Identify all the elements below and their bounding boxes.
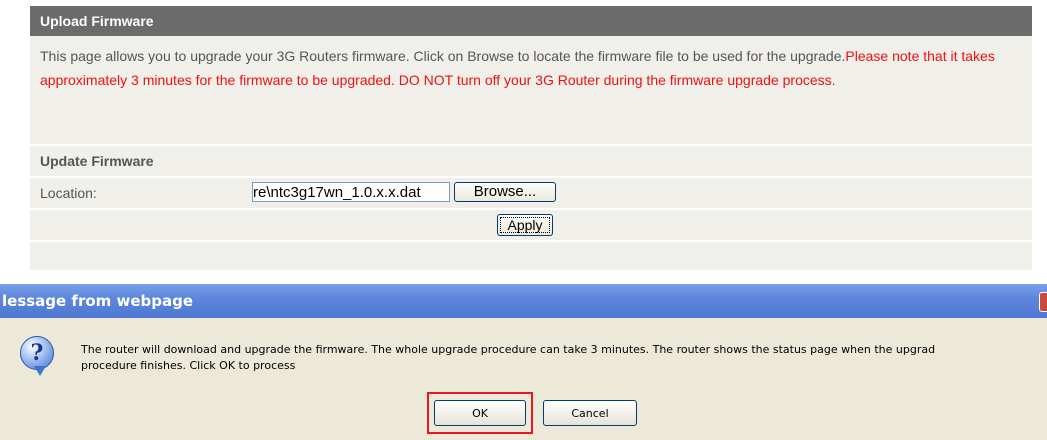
location-label: Location: bbox=[40, 185, 97, 201]
dialog-message-line2: procedure finishes. Click OK to process bbox=[81, 359, 296, 372]
question-icon: ? bbox=[20, 336, 54, 370]
message-dialog: ? The router will download and upgrade t… bbox=[0, 318, 1047, 440]
dialog-title: lessage from webpage bbox=[2, 292, 194, 310]
upload-firmware-panel: Upload Firmware This page allows you to … bbox=[30, 6, 1032, 270]
apply-row: Apply bbox=[30, 210, 1032, 242]
question-icon-tail bbox=[34, 366, 46, 376]
dialog-message-line1: The router will download and upgrade the… bbox=[81, 343, 936, 356]
dialog-title-bar[interactable]: lessage from webpage bbox=[0, 284, 1047, 318]
cancel-button[interactable]: Cancel bbox=[543, 400, 637, 426]
firmware-file-input[interactable]: re\ntc3g17wn_1.0.x.x.dat bbox=[252, 182, 450, 202]
browse-button[interactable]: Browse... bbox=[454, 182, 556, 202]
ok-button[interactable]: OK bbox=[434, 400, 526, 426]
panel-header: Upload Firmware bbox=[30, 6, 1032, 36]
update-firmware-title: Update Firmware bbox=[30, 146, 1032, 178]
apply-button[interactable]: Apply bbox=[497, 214, 553, 236]
intro-text-block: This page allows you to upgrade your 3G … bbox=[30, 36, 1032, 146]
location-row: Location: re\ntc3g17wn_1.0.x.x.dat Brows… bbox=[30, 178, 1032, 210]
dialog-message: The router will download and upgrade the… bbox=[81, 342, 1047, 374]
intro-text: This page allows you to upgrade your 3G … bbox=[40, 48, 846, 64]
close-icon[interactable] bbox=[1039, 292, 1047, 312]
file-path-text: re\ntc3g17wn_1.0.x.x.dat bbox=[253, 184, 421, 201]
